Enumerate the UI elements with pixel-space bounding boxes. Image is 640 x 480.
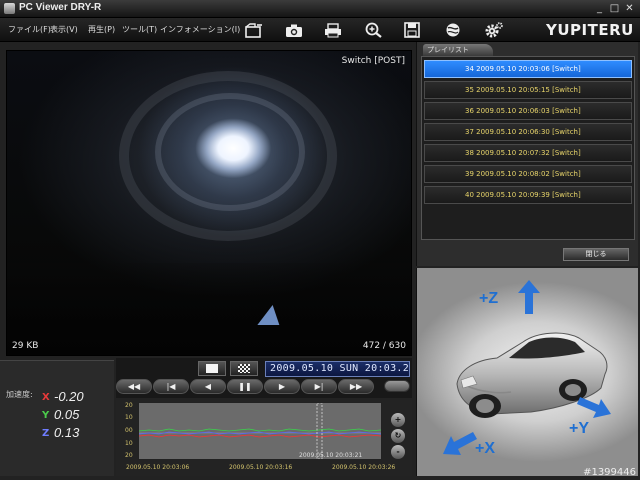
view-mosaic-button[interactable] — [230, 361, 258, 376]
playlist-item[interactable]: 34 2009.05.10 20:03:06 [Switch] — [424, 60, 632, 78]
graph-y-tick: 00 — [125, 427, 133, 434]
road-ground — [7, 263, 411, 355]
menu-play[interactable]: 再生(P) — [88, 24, 115, 35]
graph-series-y — [138, 428, 382, 432]
play-button[interactable]: ▶ — [264, 379, 300, 394]
volume-toggle[interactable] — [384, 380, 410, 392]
graph-cursor-label: 2009.05.10 20:03:21 — [299, 452, 363, 459]
watermark: #1399446 — [583, 467, 636, 478]
folder-open-icon[interactable] — [243, 21, 265, 39]
menu-information[interactable]: インフォメーション(I) — [160, 24, 240, 35]
tunnel-ring-inner — [155, 93, 305, 211]
video-view[interactable]: Switch [POST] 29 KB 472 / 630 — [6, 50, 412, 356]
graph-y-tick: 10 — [125, 414, 133, 421]
axis-z-label: +Z — [479, 290, 499, 307]
app-icon — [4, 3, 15, 14]
playlist-item[interactable]: 35 2009.05.10 20:05:15 [Switch] — [424, 81, 632, 99]
arrow-z-icon — [518, 280, 540, 314]
view-single-button[interactable] — [198, 361, 226, 376]
graph-zoom-out-button[interactable]: - — [391, 445, 405, 459]
graph-series-x — [138, 434, 382, 438]
graph-y-tick: 20 — [125, 452, 133, 459]
menu-bar: ファイル(F) 表示(V) 再生(P) ツール(T) インフォメーション(I) … — [0, 18, 640, 42]
print-icon[interactable] — [322, 21, 344, 39]
playlist-tab[interactable]: プレイリスト — [423, 44, 493, 56]
app-window: PC Viewer DRY-R _ □ ✕ ファイル(F) 表示(V) 再生(P… — [0, 0, 640, 480]
graph-y-tick: 20 — [125, 402, 133, 409]
arrow-y-icon — [577, 397, 611, 418]
menu-view[interactable]: 表示(V) — [50, 24, 78, 35]
playlist-item[interactable]: 36 2009.05.10 20:06:03 [Switch] — [424, 102, 632, 120]
next-button[interactable]: ▶| — [301, 379, 337, 394]
video-file-size: 29 KB — [12, 341, 39, 351]
mosaic-view-icon — [238, 364, 250, 373]
brand-logo: YUPITERU — [546, 21, 634, 39]
playlist-item[interactable]: 40 2009.05.10 20:09:39 [Switch] — [424, 186, 632, 204]
single-view-icon — [206, 364, 218, 373]
accel-axis-y: Y — [42, 410, 50, 421]
axis-y-label: +Y — [569, 420, 590, 437]
maximize-button[interactable]: □ — [607, 2, 622, 15]
accel-axis-x: X — [42, 392, 50, 403]
transport-bar: ◀◀ |◀ ◀ ❚❚ ▶ ▶| ▶▶ — [116, 379, 412, 395]
save-icon[interactable] — [401, 21, 423, 39]
accel-graph[interactable]: 2009.05.10 20:03:21 — [138, 402, 382, 460]
accel-panel: 加速度: X -0.20 Y 0.05 Z 0.13 — [0, 360, 114, 476]
accel-axis-z: Z — [42, 428, 50, 439]
graph-cursor — [316, 402, 323, 460]
minimize-button[interactable]: _ — [592, 2, 607, 15]
video-frame-counter: 472 / 630 — [362, 341, 406, 351]
graph-zoom-in-button[interactable]: + — [391, 413, 405, 427]
accel-row-z: Z 0.13 — [0, 425, 114, 443]
fast-forward-button[interactable]: ▶▶ — [338, 379, 374, 394]
playlist-close-button[interactable]: 閉じる — [563, 248, 629, 261]
datetime-display: 2009.05.10 SUN 20:03.21 — [265, 361, 410, 377]
menu-tools[interactable]: ツール(T) — [122, 24, 157, 35]
playlist-item[interactable]: 38 2009.05.10 20:07:32 [Switch] — [424, 144, 632, 162]
playback-controls: 2009.05.10 SUN 20:03.21 ◀◀ |◀ ◀ ❚❚ ▶ ▶| … — [116, 358, 412, 398]
step-back-button[interactable]: ◀ — [190, 379, 226, 394]
zoom-icon[interactable] — [363, 21, 385, 39]
window-title: PC Viewer DRY-R — [19, 2, 102, 13]
video-mode-label: Switch [POST] — [341, 56, 405, 66]
rewind-button[interactable]: ◀◀ — [116, 379, 152, 394]
accel-graph-panel: 20 10 00 10 20 2009.05.10 20:03:21 2009.… — [116, 400, 412, 476]
menu-file[interactable]: ファイル(F) — [8, 24, 51, 35]
graph-x-label: 2009.05.10 20:03:26 — [332, 464, 396, 471]
playlist-item[interactable]: 37 2009.05.10 20:06:30 [Switch] — [424, 123, 632, 141]
accel-graph-plot — [138, 402, 382, 460]
playlist-item[interactable]: 39 2009.05.10 20:08:02 [Switch] — [424, 165, 632, 183]
graph-reset-button[interactable]: ↻ — [391, 429, 405, 443]
title-bar: PC Viewer DRY-R _ □ ✕ — [0, 0, 640, 18]
accel-row-y: Y 0.05 — [0, 407, 114, 425]
arrow-x-icon — [443, 432, 477, 455]
close-window-button[interactable]: ✕ — [622, 2, 637, 15]
playlist-list: 34 2009.05.10 20:03:06 [Switch] 35 2009.… — [421, 56, 635, 240]
graph-x-label: 2009.05.10 20:03:06 — [126, 464, 190, 471]
accel-row-x: X -0.20 — [0, 389, 114, 407]
prev-button[interactable]: |◀ — [153, 379, 189, 394]
accel-value-y: 0.05 — [54, 407, 80, 422]
graph-x-label: 2009.05.10 20:03:16 — [229, 464, 293, 471]
gear-icon[interactable] — [483, 21, 505, 39]
axis-x-label: +X — [475, 440, 496, 457]
globe-icon[interactable] — [442, 21, 464, 39]
camera-icon[interactable] — [283, 21, 305, 39]
playlist-panel: プレイリスト 34 2009.05.10 20:03:06 [Switch] 3… — [416, 42, 638, 266]
graph-y-tick: 10 — [125, 440, 133, 447]
accel-value-x: -0.20 — [54, 389, 84, 404]
car-orientation-view: +Z +X +Y — [416, 268, 638, 476]
pause-button[interactable]: ❚❚ — [227, 379, 263, 394]
accel-value-z: 0.13 — [54, 425, 80, 440]
